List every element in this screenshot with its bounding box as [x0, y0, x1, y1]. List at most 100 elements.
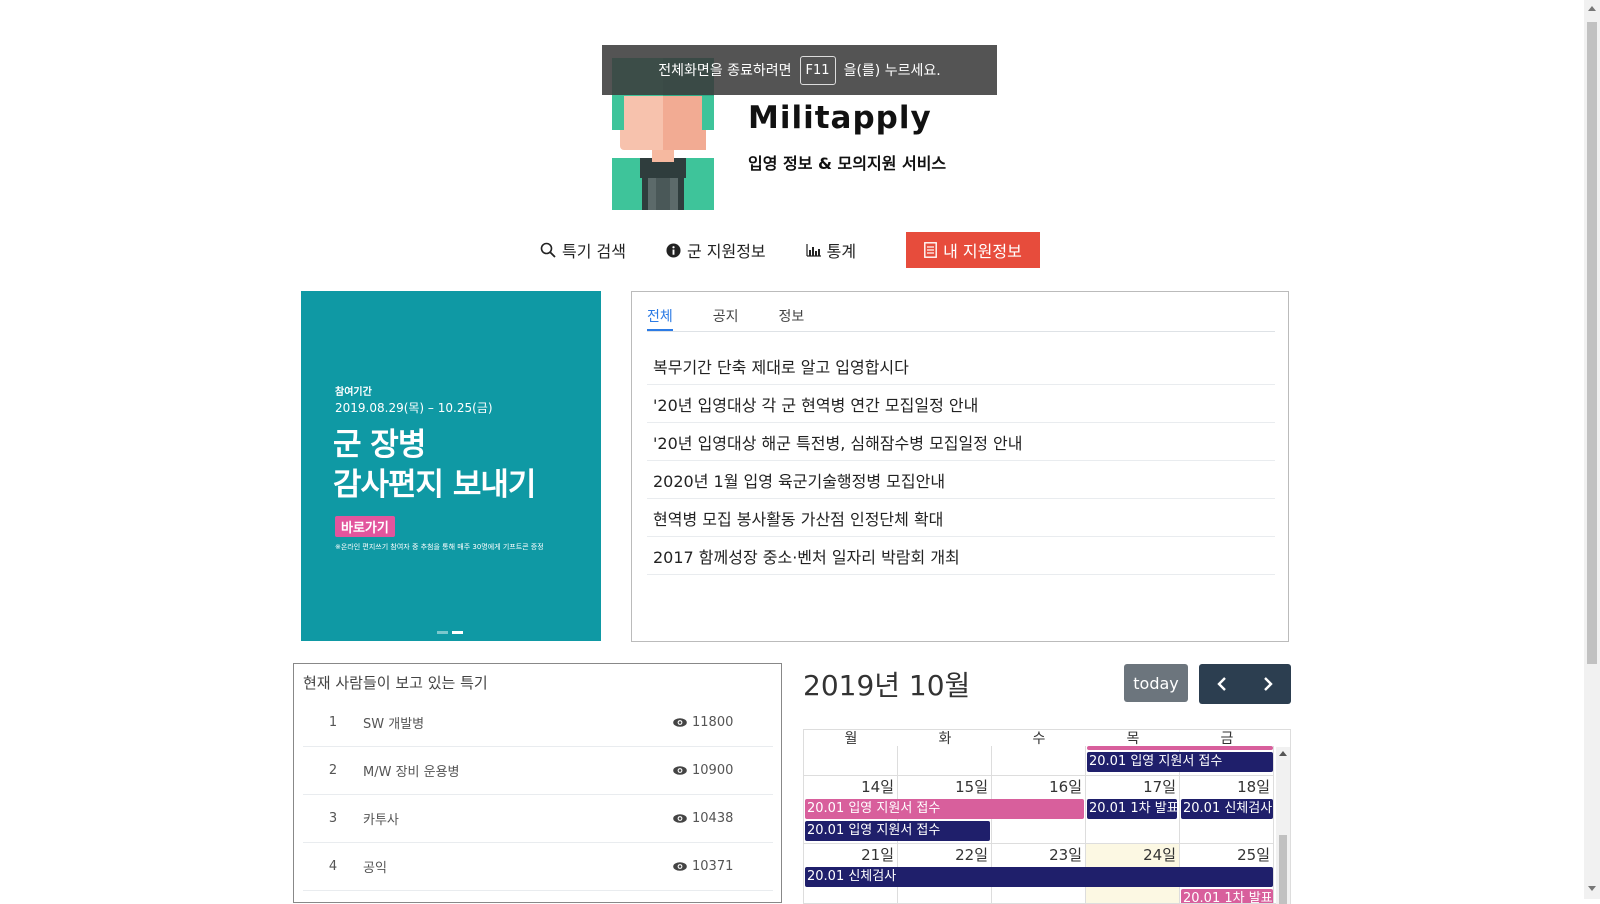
popular-views-count: 11800	[692, 715, 734, 730]
popular-rank: 1	[328, 715, 338, 730]
popular-views-count: 10438	[692, 811, 734, 826]
day-number: 24일	[1143, 846, 1176, 864]
banner-headline-line2: 감사편지 보내기	[333, 467, 536, 503]
popular-rank: 2	[328, 763, 338, 778]
popular-row[interactable]: 3 카투사 10438	[303, 795, 773, 843]
nav-search-label: 특기 검색	[562, 242, 626, 261]
day-number: 14일	[861, 778, 894, 796]
day-number: 23일	[1049, 846, 1082, 864]
scroll-up-arrow-icon[interactable]	[1279, 751, 1287, 756]
popular-title: 현재 사람들이 보고 있는 특기	[303, 674, 488, 692]
popular-views-count: 10900	[692, 763, 734, 778]
day-number: 22일	[955, 846, 988, 864]
popular-views: 10900	[673, 763, 773, 778]
tab-notice[interactable]: 공지	[713, 292, 739, 331]
calendar-next-button[interactable]	[1245, 664, 1291, 704]
chevron-right-icon	[1264, 677, 1273, 691]
calendar-scrollbar[interactable]	[1276, 747, 1290, 904]
toast-key: F11	[799, 55, 836, 85]
calendar-event-partial[interactable]	[1087, 746, 1273, 750]
banner-headline: 군 장병 감사편지 보내기	[333, 425, 536, 505]
day-number: 25일	[1237, 846, 1270, 864]
nav-info[interactable]: 군 지원정보	[666, 238, 766, 262]
main-nav: 특기 검색 군 지원정보 통계 내 지원정보	[540, 232, 1040, 268]
popular-row[interactable]: 2 M/W 장비 운용병 10900	[303, 747, 773, 795]
banner-dot-1[interactable]	[437, 631, 448, 634]
calendar-event[interactable]: 20.01 신체검사	[1181, 799, 1273, 819]
notice-item[interactable]: 2017 함께성장 중소·벤처 일자리 박람회 개최	[647, 537, 1275, 575]
weekday-mon: 월	[844, 731, 858, 747]
calendar-event[interactable]: 20.01 신체검사	[805, 867, 1273, 887]
nav-info-label: 군 지원정보	[686, 242, 766, 261]
calendar-today-button[interactable]: today	[1124, 664, 1188, 702]
fullscreen-exit-toast: 전체화면을 종료하려면 F11 을(를) 누르세요.	[602, 45, 997, 95]
nav-stats-label: 통계	[826, 242, 857, 261]
brand-tagline: 입영 정보 & 모의지원 서비스	[748, 154, 947, 173]
day-cell[interactable]	[804, 746, 898, 776]
notice-item[interactable]: 현역병 모집 봉사활동 가산점 인정단체 확대	[647, 499, 1275, 537]
calendar-event[interactable]: 20.01 1차 발표	[1087, 799, 1177, 819]
popular-row[interactable]: 4 공익 10371	[303, 843, 773, 891]
popular-rank: 4	[328, 859, 338, 874]
tab-info[interactable]: 정보	[779, 292, 805, 331]
popular-views: 11800	[673, 715, 773, 730]
brand-name: Militapply	[748, 100, 932, 136]
notice-panel: 전체 공지 정보 복무기간 단축 제대로 알고 입영합시다 '20년 입영대상 …	[631, 291, 1289, 642]
calendar-event[interactable]: 20.01 입영 지원서 접수	[805, 799, 1084, 819]
notice-item[interactable]: 복무기간 단축 제대로 알고 입영합시다	[647, 347, 1275, 385]
my-application-label: 내 지원정보	[943, 242, 1022, 261]
my-application-button[interactable]: 내 지원정보	[906, 232, 1040, 268]
eye-icon	[673, 766, 687, 775]
popular-name: M/W 장비 운용병	[363, 765, 460, 780]
notice-item[interactable]: 2020년 1월 입영 육군기술행정병 모집안내	[647, 461, 1275, 499]
toast-suffix: 을(를) 누르세요.	[843, 63, 941, 79]
page-scroll-thumb[interactable]	[1587, 22, 1597, 664]
calendar-grid: 월 화 수 목 금 20.01 입영 지원서 접수 14일 15일 16일 17…	[803, 729, 1291, 904]
day-number: 15일	[955, 778, 988, 796]
banner-headline-line1: 군 장병	[333, 427, 426, 463]
chevron-left-icon	[1217, 677, 1226, 691]
search-icon	[540, 242, 556, 258]
day-cell[interactable]	[992, 746, 1086, 776]
promo-banner[interactable]: 참여기간 2019.08.29(목) – 10.25(금) 군 장병 감사편지 …	[301, 291, 601, 641]
nav-search[interactable]: 특기 검색	[540, 238, 626, 262]
popular-list: 1 SW 개발병 11800 2 M/W 장비 운용병 10900 3 카투사 …	[303, 699, 773, 891]
popular-name: 공익	[363, 861, 387, 876]
day-number: 16일	[1049, 778, 1082, 796]
popular-views-count: 10371	[692, 859, 734, 874]
document-icon	[924, 242, 938, 258]
weekday-thu: 목	[1126, 731, 1140, 747]
popular-row[interactable]: 1 SW 개발병 11800	[303, 699, 773, 747]
weekday-wed: 수	[1032, 731, 1046, 747]
tab-all[interactable]: 전체	[647, 292, 673, 331]
weekday-fri: 금	[1220, 731, 1234, 747]
day-number: 21일	[861, 846, 894, 864]
scroll-up-arrow-icon[interactable]	[1588, 6, 1596, 11]
info-icon	[666, 242, 681, 258]
day-cell[interactable]	[898, 746, 992, 776]
scroll-down-arrow-icon[interactable]	[1588, 886, 1596, 891]
notice-list: 복무기간 단축 제대로 알고 입영합시다 '20년 입영대상 각 군 현역병 연…	[647, 347, 1275, 575]
calendar-title: 2019년 10월	[803, 669, 971, 702]
popular-views: 10438	[673, 811, 773, 826]
notice-item[interactable]: '20년 입영대상 각 군 현역병 연간 모집일정 안내	[647, 385, 1275, 423]
banner-period: 2019.08.29(목) – 10.25(금)	[335, 401, 493, 415]
notice-tabs: 전체 공지 정보	[647, 292, 1275, 332]
banner-dot-2[interactable]	[452, 631, 463, 634]
page-scrollbar[interactable]	[1584, 0, 1600, 899]
weekday-tue: 화	[938, 731, 952, 747]
calendar-scroll-thumb[interactable]	[1279, 835, 1287, 904]
nav-stats[interactable]: 통계	[806, 238, 856, 262]
bar-chart-icon	[806, 243, 821, 257]
calendar-event[interactable]: 20.01 1차 발표	[1181, 889, 1273, 903]
calendar-event[interactable]: 20.01 입영 지원서 접수	[805, 821, 990, 841]
notice-item[interactable]: '20년 입영대상 해군 특전병, 심해잠수병 모집일정 안내	[647, 423, 1275, 461]
banner-cta-button[interactable]: 바로가기	[335, 516, 395, 537]
popular-name: 카투사	[363, 813, 399, 828]
popular-name: SW 개발병	[363, 717, 425, 732]
popular-views: 10371	[673, 859, 773, 874]
eye-icon	[673, 718, 687, 727]
calendar-event[interactable]: 20.01 입영 지원서 접수	[1087, 752, 1273, 772]
calendar-prev-button[interactable]	[1199, 664, 1245, 704]
toast-prefix: 전체화면을 종료하려면	[658, 63, 792, 79]
